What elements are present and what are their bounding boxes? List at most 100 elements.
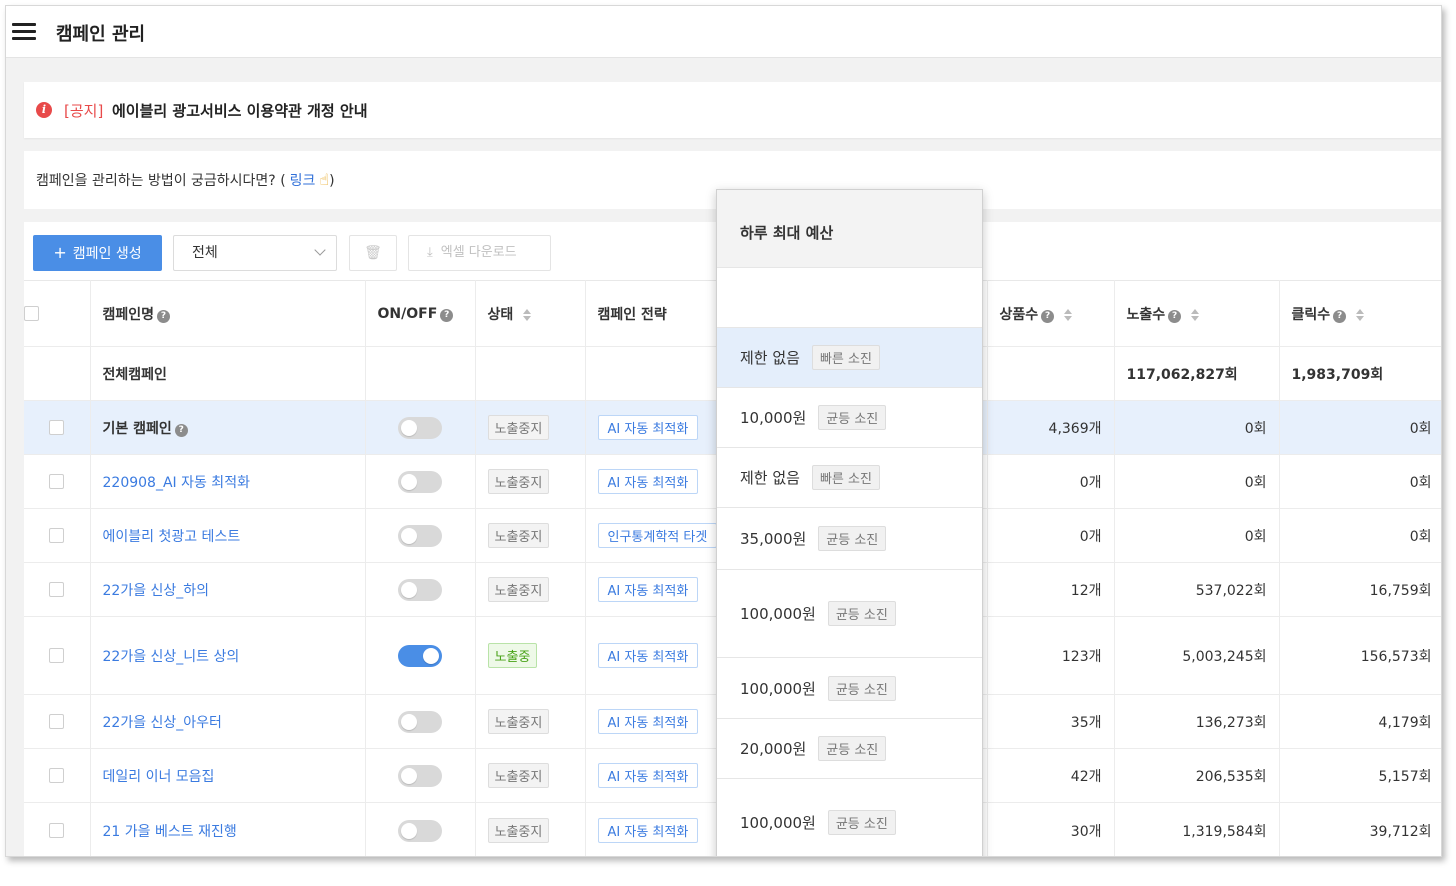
strategy-badge[interactable]: 인구통계학적 타겟 [597, 523, 718, 548]
col-name-label: 캠페인명 [102, 306, 155, 323]
onoff-toggle[interactable] [398, 710, 442, 733]
budget-mode-chip: 빠른 소진 [811, 345, 880, 370]
campaign-name-link[interactable]: 220908_AI 자동 최적화 [103, 475, 250, 491]
strategy-badge[interactable]: AI 자동 최적화 [597, 469, 699, 494]
col-header-impressions[interactable]: 노출수? [1114, 280, 1280, 347]
help-icon[interactable]: ? [174, 423, 188, 437]
row-checkbox[interactable] [49, 714, 65, 729]
sort-icon[interactable] [1064, 308, 1073, 321]
onoff-toggle[interactable] [398, 416, 442, 439]
impressions-cell: 206,535회 [1114, 748, 1280, 803]
campaign-name-link[interactable]: 22가을 신상_하의 [103, 583, 210, 599]
help-icon[interactable]: ? [1041, 309, 1055, 323]
select-all-checkbox[interactable] [24, 306, 39, 321]
row-check-cell [24, 748, 91, 803]
help-icon[interactable]: ? [1168, 309, 1182, 323]
excel-download-button[interactable]: ⤓ 엑셀 다운로드 [408, 235, 551, 271]
campaign-name-cell: 에이블리 첫광고 테스트 [90, 508, 366, 563]
help-icon[interactable]: ? [1333, 309, 1347, 323]
col-header-clicks[interactable]: 클릭수? [1279, 280, 1441, 347]
col-header-products[interactable]: 상품수? [987, 280, 1115, 347]
page-title: 캠페인 관리 [56, 24, 146, 45]
strategy-badge[interactable]: AI 자동 최적화 [597, 415, 699, 440]
campaign-name-cell: 22가을 신상_니트 상의 [90, 616, 366, 695]
notice-banner[interactable]: i [공지] 에이블리 광고서비스 이용약관 개정 안내 [24, 82, 1441, 138]
strategy-badge[interactable]: AI 자동 최적화 [597, 577, 699, 602]
total-clicks: 1,983,709회 [1279, 346, 1441, 401]
budget-option[interactable]: 100,000원 균등 소진 [717, 779, 982, 856]
status-badge: 노출중지 [487, 523, 550, 548]
budget-option[interactable]: 제한 없음 빠른 소진 [717, 448, 982, 508]
budget-amount: 제한 없음 [740, 349, 800, 367]
help-text-line: 캠페인을 관리하는 방법이 궁금하시다면? (링크 ☝) [36, 170, 335, 190]
row-checkbox[interactable] [49, 420, 65, 435]
sort-icon[interactable] [1191, 308, 1200, 321]
filter-select[interactable]: 전체 [173, 235, 337, 271]
products-cell: 0개 [987, 454, 1115, 509]
menu-icon[interactable] [12, 23, 36, 41]
row-checkbox[interactable] [49, 474, 65, 489]
onoff-toggle[interactable] [398, 578, 442, 601]
onoff-toggle[interactable] [398, 764, 442, 787]
row-checkbox[interactable] [49, 823, 65, 838]
budget-option[interactable]: 100,000원 균등 소진 [717, 658, 982, 719]
campaign-name-cell: 기본 캠페인? [90, 400, 366, 455]
help-icon[interactable]: ? [157, 309, 171, 323]
status-cell: 노출중지 [475, 400, 586, 455]
strategy-badge[interactable]: AI 자동 최적화 [597, 818, 699, 843]
clicks-cell: 156,573회 [1279, 616, 1441, 695]
plus-icon: + [53, 243, 67, 262]
budget-mode-chip: 균등 소진 [827, 810, 896, 835]
campaign-name-link[interactable]: 22가을 신상_니트 상의 [103, 649, 240, 665]
notice-text[interactable]: 에이블리 광고서비스 이용약관 개정 안내 [112, 100, 368, 121]
status-badge: 노출중지 [487, 709, 550, 734]
sort-icon[interactable] [523, 308, 532, 321]
row-check-cell [24, 508, 91, 563]
budget-amount: 100,000원 [740, 814, 816, 832]
row-checkbox[interactable] [49, 528, 65, 543]
campaign-name-link[interactable]: 데일리 이너 모음집 [103, 769, 215, 785]
strategy-badge[interactable]: AI 자동 최적화 [597, 709, 699, 734]
sort-icon[interactable] [1356, 308, 1365, 321]
campaign-name: 기본 캠페인 [102, 420, 172, 437]
impressions-cell: 0회 [1114, 454, 1280, 509]
row-checkbox[interactable] [49, 582, 65, 597]
onoff-toggle[interactable] [398, 644, 442, 667]
products-cell: 4,369개 [987, 400, 1115, 455]
budget-option[interactable]: 10,000원 균등 소진 [717, 388, 982, 448]
budget-amount: 제한 없음 [740, 469, 800, 487]
budget-option[interactable]: 20,000원 균등 소진 [717, 719, 982, 779]
col-header-status[interactable]: 상태 [475, 280, 586, 347]
status-badge: 노출중지 [487, 469, 550, 494]
total-status-cell [475, 346, 586, 401]
budget-option[interactable]: 100,000원 균등 소진 [717, 570, 982, 658]
row-checkbox[interactable] [49, 648, 65, 663]
onoff-toggle[interactable] [398, 819, 442, 842]
products-cell: 123개 [987, 616, 1115, 695]
create-campaign-button[interactable]: + 캠페인 생성 [33, 235, 162, 271]
strategy-badge[interactable]: AI 자동 최적화 [597, 763, 699, 788]
onoff-cell [365, 508, 476, 563]
budget-option[interactable]: 35,000원 균등 소진 [717, 508, 982, 570]
campaign-name-link[interactable]: 에이블리 첫광고 테스트 [103, 529, 241, 545]
help-link[interactable]: 링크 [290, 173, 316, 189]
onoff-toggle[interactable] [398, 470, 442, 493]
budget-option[interactable]: 제한 없음 빠른 소진 [717, 328, 982, 388]
status-cell: 노출중지 [475, 694, 586, 749]
clicks-cell: 16,759회 [1279, 562, 1441, 617]
impressions-cell: 0회 [1114, 400, 1280, 455]
onoff-toggle[interactable] [398, 524, 442, 547]
help-icon[interactable]: ? [440, 308, 454, 322]
info-icon: i [36, 102, 52, 118]
trash-icon: 🗑 [364, 245, 382, 261]
status-cell: 노출중지 [475, 802, 586, 856]
filter-select-value: 전체 [192, 245, 218, 261]
onoff-cell [365, 400, 476, 455]
delete-button[interactable]: 🗑 [349, 235, 397, 271]
campaign-name-link[interactable]: 21 가을 베스트 재진행 [103, 824, 237, 840]
strategy-badge[interactable]: AI 자동 최적화 [597, 643, 699, 668]
status-cell: 노출중지 [475, 454, 586, 509]
row-checkbox[interactable] [49, 768, 65, 783]
campaign-name-link[interactable]: 22가을 신상_아우터 [103, 715, 222, 731]
onoff-cell [365, 694, 476, 749]
